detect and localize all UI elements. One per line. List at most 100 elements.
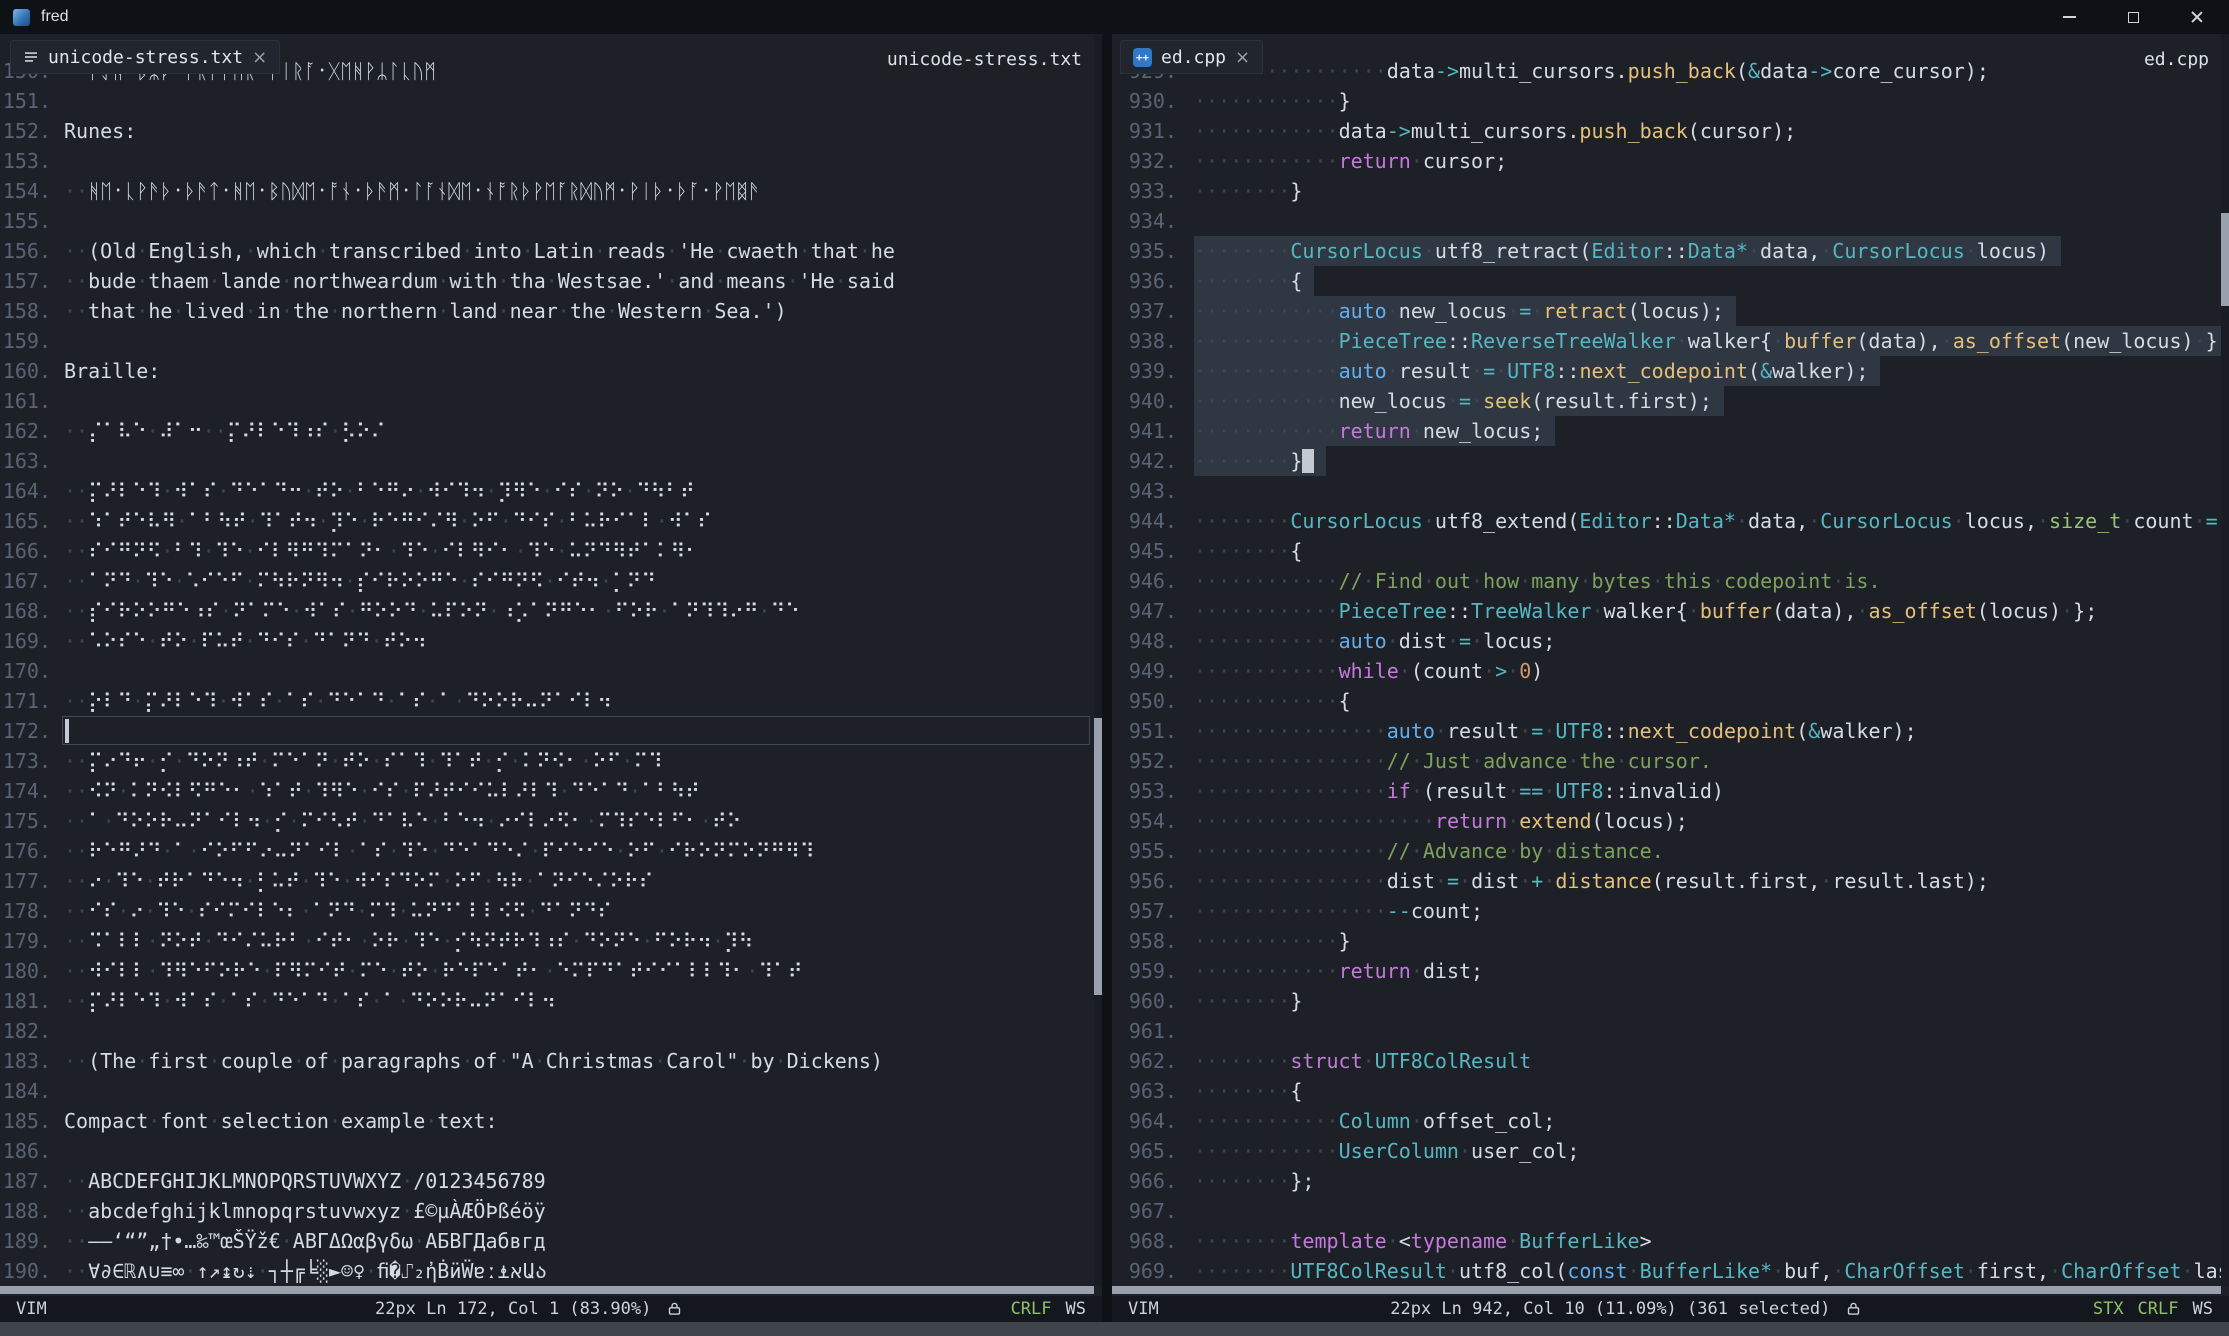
line-text[interactable]: ············auto·new_locus·=·retract(loc… bbox=[1194, 296, 1736, 326]
line-text[interactable]: ··∀∂∈ℝ∧∪≡∞·↑↗↨↻⇣·┐┼╔╘░►☺♀·ﬁ�⑀₂ἠḂӥẄɐː⍎אԱა bbox=[64, 1256, 547, 1286]
line-text[interactable]: ················//·Just·advance·the·curs… bbox=[1194, 746, 1712, 776]
lock-icon[interactable] bbox=[1846, 1301, 1861, 1317]
line-text[interactable]: ············//·Find·out·how·many·bytes·t… bbox=[1194, 566, 1881, 596]
line-text[interactable]: ················if·(result·==·UTF8::inva… bbox=[1194, 776, 1724, 806]
scrollbar-thumb[interactable] bbox=[1094, 718, 1102, 995]
maximize-button[interactable] bbox=[2101, 0, 2165, 34]
line-text[interactable]: ············return·dist; bbox=[1194, 956, 1483, 986]
line-text[interactable]: ··⡎⠊⠗⠕⠕⠛⠑⠰⠎·⠝⠁⠍⠑·⠺⠁⠎·⠛⠕⠕⠙·⠥⠏⠕⠝·⠰⡡⠁⠝⠛⠑⠂·⠋… bbox=[64, 596, 800, 626]
line-text[interactable]: ············{ bbox=[1194, 686, 1351, 716]
line-text[interactable]: Runes: bbox=[64, 116, 136, 146]
line-text[interactable]: ··⠊⠎·⠔·⠹⠑·⠎⠊⠍⠊⠇⠑⠆·⠁⠝⠙·⠍⠹·⠥⠝⠙⠁⠇⠇⠪⠫·⠙⠁⠝⠙⠎ bbox=[64, 896, 612, 926]
line-ending-indicator: CRLF bbox=[1011, 1299, 1052, 1319]
line-text[interactable]: ····················return·extend(locus)… bbox=[1194, 806, 1688, 836]
line-text[interactable]: ············data->multi_cursors.push_bac… bbox=[1194, 116, 1796, 146]
code-line: 170. bbox=[0, 656, 1094, 686]
line-text[interactable]: ··that·he·lived·in·the·northern·land·nea… bbox=[64, 296, 787, 326]
line-text[interactable]: ··⠱⠁⠞⠑⠧⠻·⠁⠃⠳⠞·⠹⠁⠞⠲·⡹⠑·⠗⠑⠛⠊⠌⠻·⠕⠋·⠙⠊⠎·⠃⠥⠗⠊… bbox=[64, 506, 712, 536]
tab-close-icon[interactable]: × bbox=[252, 47, 267, 68]
line-text[interactable]: ··⠩⠁⠇⠇·⠝⠕⠞·⠙⠊⠌⠥⠗⠃·⠊⠞⠂·⠕⠗·⠹⠑·⡊⠳⠝⠞⠗⠹⠰⠎·⠙⠕⠝… bbox=[64, 926, 753, 956]
line-text[interactable]: ··⠎⠊⠛⠝⠫·⠃⠹·⠹⠑·⠊⠇⠻⠛⠹⠍⠁⠝⠂·⠹⠑·⠊⠇⠻⠊⠂·⠹⠑·⠥⠝⠙⠻… bbox=[64, 536, 700, 566]
code-line: 951.················auto·result·=·UTF8::… bbox=[1112, 716, 2221, 746]
line-text[interactable]: ··⠪⠝·⠅⠝⠪⠇⠫⠛⠑⠂·⠱⠁⠞·⠹⠻⠑·⠊⠎·⠏⠜⠞⠊⠊⠥⠇⠜⠇⠹·⠙⠑⠁⠙… bbox=[64, 776, 700, 806]
code-line: 944.········CursorLocus·utf8_extend(Edit… bbox=[1112, 506, 2221, 536]
line-text[interactable]: ········CursorLocus·utf8_retract(Editor:… bbox=[1194, 236, 2061, 266]
line-text[interactable]: ············return·new_locus; bbox=[1194, 416, 1555, 446]
code-line: 933.········} bbox=[1112, 176, 2221, 206]
line-text[interactable]: ··⡌⠁⠧⠑·⠼⠁⠒··⡍⠜⠇⠑⠹⠰⠎·⡣⠕⠌ bbox=[64, 416, 385, 446]
line-number: 963. bbox=[1112, 1076, 1177, 1106]
line-text[interactable]: ············Column·offset_col; bbox=[1194, 1106, 1555, 1136]
line-text[interactable]: Compact·font·selection·example·text: bbox=[64, 1106, 498, 1136]
line-text[interactable]: ··⠡⠕⠎⠑·⠞⠕·⠏⠥⠞·⠙⠊⠎·⠙⠁⠝⠙·⠞⠕⠲ bbox=[64, 626, 427, 656]
code-line: 946. ············//·Find·out·how·many·byt… bbox=[1112, 566, 2221, 596]
line-number: 190. bbox=[0, 1256, 51, 1286]
tab-label: unicode-stress.txt bbox=[48, 47, 243, 68]
line-text[interactable]: ··⠺⠊⠇⠇·⠹⠻⠑⠋⠕⠗⠑·⠏⠻⠍⠊⠞·⠍⠑·⠞⠕·⠗⠑⠏⠑⠁⠞⠂·⠑⠍⠏⠙⠁… bbox=[64, 956, 802, 986]
line-text[interactable]: ············return·cursor; bbox=[1194, 146, 1507, 176]
line-text[interactable]: ············while·(count·>·0) bbox=[1194, 656, 1543, 686]
code-line: 966.········}; bbox=[1112, 1166, 2221, 1196]
line-text[interactable]: ············PieceTree::ReverseTreeWalker… bbox=[1194, 326, 2221, 356]
line-text[interactable]: ············new_locus·=·seek(result.firs… bbox=[1194, 386, 1724, 416]
horizontal-scrollbar[interactable] bbox=[0, 1286, 1094, 1294]
line-text[interactable]: ················data->multi_cursors.push… bbox=[1194, 56, 1989, 86]
scrollbar-thumb[interactable] bbox=[2221, 213, 2229, 306]
line-text[interactable]: ··abcdefghijklmnopqrstuvwxyz·£©µÀÆÖÞßéöÿ bbox=[64, 1196, 546, 1226]
vertical-scrollbar[interactable] bbox=[2221, 34, 2229, 1286]
code-line: 945.········{ bbox=[1112, 536, 2221, 566]
line-text[interactable]: ········CursorLocus·utf8_extend(Editor::… bbox=[1194, 506, 2221, 536]
line-text[interactable]: ··⠁·⠙⠕⠕⠗⠤⠝⠁⠊⠇⠲·⡊·⠍⠊⠣⠞·⠙⠁⠧⠑·⠃⠑⠲·⠔⠊⠇⠔⠫⠂·⠍⠹… bbox=[64, 806, 741, 836]
line-text[interactable]: ··(Old·English,·which·transcribed·into·L… bbox=[64, 236, 895, 266]
line-text[interactable]: ········} bbox=[1194, 986, 1302, 1016]
tab-close-icon[interactable]: × bbox=[1235, 47, 1250, 68]
line-text[interactable]: ··ᚻᛖ᛫ᚳᚹᚫᚦ᛫ᚦᚫᛏ᛫ᚻᛖ᛫ᛒᚢᛞᛖ᛫ᚩᚾ᛫ᚦᚫᛗ᛫ᛚᚪᚾᛞᛖ᛫ᚾᚩᚱᚦᚹ… bbox=[64, 176, 760, 206]
line-number: 185. bbox=[0, 1106, 51, 1136]
line-text[interactable]: Braille: bbox=[64, 356, 160, 386]
line-text[interactable]: ················dist·=·dist·+·distance(r… bbox=[1194, 866, 1989, 896]
lock-icon[interactable] bbox=[667, 1301, 682, 1317]
line-text[interactable]: ··–—‘“”„†•…‰™œŠŸž€·ΑΒΓΔΩαβγδω·АБВГДабвгд bbox=[64, 1226, 546, 1256]
line-text[interactable]: ········template·<typename·BufferLike> bbox=[1194, 1226, 1652, 1256]
line-text[interactable]: ················auto·result·=·UTF8::next… bbox=[1194, 716, 1917, 746]
line-text[interactable]: ··(The·first·couple·of·paragraphs·of·"A·… bbox=[64, 1046, 883, 1076]
line-text[interactable]: ············UserColumn·user_col; bbox=[1194, 1136, 1579, 1166]
line-number: 172. bbox=[0, 716, 51, 746]
line-text[interactable]: ··⡕⠇⠙·⡍⠜⠇⠑⠹·⠺⠁⠎·⠁⠎·⠙⠑⠁⠙·⠁⠎·⠁·⠙⠕⠕⠗⠤⠝⠁⠊⠇⠲ bbox=[64, 686, 612, 716]
line-text[interactable]: ········}; bbox=[1194, 1166, 1314, 1196]
vertical-scrollbar[interactable] bbox=[1094, 34, 1102, 1286]
line-text[interactable]: ················//·Advance·by·distance. bbox=[1194, 836, 1664, 866]
minimize-button[interactable] bbox=[2037, 0, 2101, 34]
line-text[interactable]: ········UTF8ColResult·utf8_col(const·Buf… bbox=[1194, 1256, 2221, 1286]
line-text[interactable]: ········{ bbox=[1194, 1076, 1302, 1106]
close-button[interactable] bbox=[2165, 0, 2229, 34]
code-line: 943. bbox=[1112, 476, 2221, 506]
line-text[interactable]: ········} bbox=[1194, 446, 1326, 476]
line-number: 178. bbox=[0, 896, 51, 926]
tab-ed-cpp[interactable]: ++ ed.cpp × bbox=[1120, 40, 1263, 74]
line-text[interactable]: ··⡍⠜⠇⠑⠹·⠺⠁⠎·⠙⠑⠁⠙⠒·⠞⠕·⠃⠑⠛⠔·⠺⠊⠹⠲·⡹⠻⠑·⠊⠎·⠝⠕… bbox=[64, 476, 695, 506]
line-text[interactable]: ············auto·result·=·UTF8::next_cod… bbox=[1194, 356, 1880, 386]
line-text[interactable]: ················--count; bbox=[1194, 896, 1483, 926]
line-number: 932. bbox=[1112, 146, 1177, 176]
line-text[interactable]: ··⡍⠜⠇⠑⠹·⠺⠁⠎·⠁⠎·⠙⠑⠁⠙·⠁⠎·⠁·⠙⠕⠕⠗⠤⠝⠁⠊⠇⠲ bbox=[64, 986, 556, 1016]
line-text[interactable]: ··⠗⠑⠛⠜⠙·⠁·⠊⠕⠋⠋⠔⠤⠝⠁⠊⠇·⠁⠎·⠹⠑·⠙⠑⠁⠙⠑⠌·⠏⠊⠑⠊⠑·… bbox=[64, 836, 814, 866]
tab-unicode-stress[interactable]: unicode-stress.txt × bbox=[10, 40, 280, 74]
line-number: 947. bbox=[1112, 596, 1177, 626]
line-text[interactable]: ········{ bbox=[1194, 536, 1302, 566]
line-text[interactable]: ··⠔·⠹⠑·⠞⠗⠁⠙⠑⠲·⡃⠥⠞·⠹⠑·⠺⠊⠎⠙⠕⠍·⠕⠋·⠳⠗·⠁⠝⠊⠑⠌⠕… bbox=[64, 866, 653, 896]
line-text[interactable]: ············} bbox=[1194, 86, 1351, 116]
horizontal-scrollbar[interactable] bbox=[1112, 1286, 2221, 1294]
line-text[interactable]: ········} bbox=[1194, 176, 1302, 206]
line-text[interactable]: ··⡍⠔⠙⠖·⡊·⠙⠕⠝⠰⠞·⠍⠑⠁⠝·⠞⠕·⠎⠁⠹·⠹⠁⠞·⡊·⠅⠝⠪⠂·⠕⠋… bbox=[64, 746, 663, 776]
line-text[interactable]: ··ABCDEFGHIJKLMNOPQRSTUVWXYZ·/0123456789 bbox=[64, 1166, 546, 1196]
line-number: 955. bbox=[1112, 836, 1177, 866]
line-text[interactable]: ··⠁⠝⠙·⠹⠑·⠡⠊⠑⠋·⠍⠳⠗⠝⠻⠲·⡎⠊⠗⠕⠕⠛⠑·⠎⠊⠛⠝⠫·⠊⠞⠲·⡁… bbox=[64, 566, 656, 596]
line-text[interactable]: ········{ bbox=[1194, 266, 1314, 296]
line-text[interactable]: ········struct·UTF8ColResult bbox=[1194, 1046, 1531, 1076]
line-text[interactable]: ············PieceTree::TreeWalker·walker… bbox=[1194, 596, 2097, 626]
line-text[interactable]: ············} bbox=[1194, 926, 1351, 956]
line-number: 946. bbox=[1112, 566, 1177, 596]
line-text[interactable]: ··bude·thaem·lande·northweardum·with·tha… bbox=[64, 266, 895, 296]
line-text[interactable]: ············auto·dist·=·locus; bbox=[1194, 626, 1555, 656]
